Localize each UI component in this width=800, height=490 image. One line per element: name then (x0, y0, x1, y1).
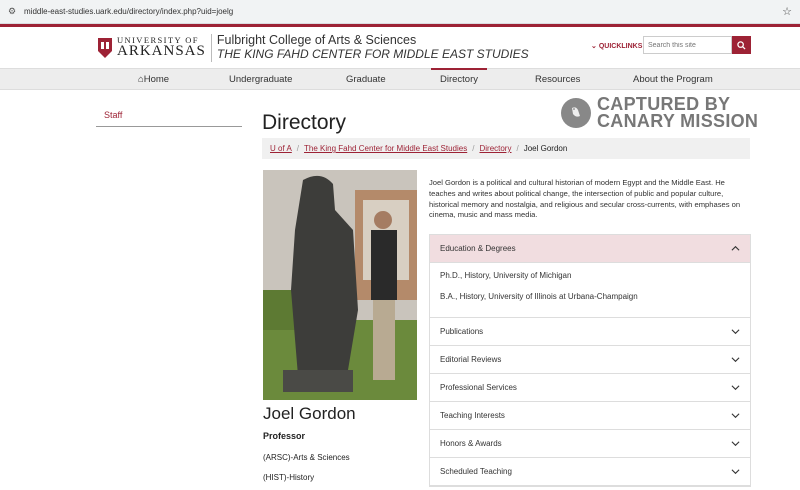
accordion-header-professional-services[interactable]: Professional Services (430, 374, 750, 402)
chevron-down-icon (731, 469, 740, 475)
accordion-label: Publications (440, 327, 484, 336)
site-search (643, 36, 751, 54)
breadcrumb-separator: / (516, 144, 519, 153)
profile-department: (ARSC)-Arts & Sciences (263, 453, 350, 462)
bookmark-star-icon[interactable]: ☆ (782, 5, 792, 18)
breadcrumb-center[interactable]: The King Fahd Center for Middle East Stu… (304, 144, 467, 153)
college-name: Fulbright College of Arts & Sciences (216, 33, 417, 48)
profile-bio: Joel Gordon is a political and cultural … (429, 178, 741, 220)
accordion-label: Professional Services (440, 383, 517, 392)
header-divider (210, 33, 212, 62)
chevron-down-icon (731, 357, 740, 363)
chevron-down-icon (731, 385, 740, 391)
url-text[interactable]: middle-east-studies.uark.edu/directory/i… (24, 7, 782, 16)
sidebar: Staff (96, 110, 242, 127)
canary-logo-icon (561, 98, 591, 129)
nav-about[interactable]: About the Program (633, 69, 713, 90)
profile-department: (HIST)-History (263, 473, 315, 482)
accordion-header-teaching-interests[interactable]: Teaching Interests (430, 402, 750, 430)
breadcrumb-directory[interactable]: Directory (479, 144, 511, 153)
chevron-up-icon (731, 245, 740, 251)
accordion-label: Scheduled Teaching (440, 467, 512, 476)
profile-photo (263, 170, 417, 400)
nav-home[interactable]: ⌂Home (138, 69, 169, 90)
browser-address-bar: ⚙ middle-east-studies.uark.edu/directory… (0, 0, 800, 24)
main-nav: ⌂Home Undergraduate Graduate Directory R… (0, 68, 800, 90)
search-button[interactable] (732, 36, 751, 54)
search-input[interactable] (643, 36, 732, 54)
chevron-down-icon: ⌄ (591, 43, 597, 50)
profile-accordion: Education & Degrees Ph.D., History, Univ… (429, 234, 751, 487)
university-seal-icon (98, 37, 112, 58)
chevron-down-icon (731, 441, 740, 447)
sidebar-item-staff[interactable]: Staff (96, 110, 242, 127)
degree-item: Ph.D., History, University of Michigan (440, 271, 572, 280)
accordion-body-education: Ph.D., History, University of Michigan B… (430, 263, 750, 318)
watermark: CAPTURED BY CANARY MISSION (561, 95, 759, 132)
nav-directory[interactable]: Directory (430, 68, 488, 90)
breadcrumb-separator: / (296, 144, 300, 153)
chevron-down-icon (731, 413, 740, 419)
accordion-label: Honors & Awards (440, 439, 502, 448)
accordion-header-editorial-reviews[interactable]: Editorial Reviews (430, 346, 750, 374)
profile-name: Joel Gordon (263, 404, 356, 423)
accordion-label: Editorial Reviews (440, 355, 502, 364)
logo-line-arkansas: ARKANSAS (117, 43, 206, 60)
accordion-label: Teaching Interests (440, 411, 505, 420)
accordion-header-education[interactable]: Education & Degrees (430, 235, 750, 263)
breadcrumb: U of A / The King Fahd Center for Middle… (262, 138, 750, 159)
breadcrumb-separator: / (472, 144, 475, 153)
nav-resources[interactable]: Resources (535, 69, 580, 90)
quicklinks-label: QUICKLINKS (598, 43, 643, 50)
breadcrumb-current: Joel Gordon (523, 144, 568, 153)
accordion-header-honors-awards[interactable]: Honors & Awards (430, 430, 750, 458)
degree-item: B.A., History, University of Illinois at… (440, 292, 638, 301)
college-title[interactable]: Fulbright College of Arts & Sciences THE… (217, 33, 529, 61)
nav-graduate[interactable]: Graduate (346, 69, 386, 90)
center-name: THE KING FAHD CENTER FOR MIDDLE EAST STU… (216, 46, 529, 61)
page-title: Directory (262, 111, 347, 134)
university-logo[interactable]: UNIVERSITY OF ARKANSAS (97, 36, 206, 60)
site-header: UNIVERSITY OF ARKANSAS Fulbright College… (0, 27, 800, 68)
chevron-down-icon (731, 329, 740, 335)
profile-title: Professor (263, 431, 306, 441)
quicklinks-button[interactable]: ⌄ QUICKLINKS (591, 42, 642, 50)
accordion-header-scheduled-teaching[interactable]: Scheduled Teaching (430, 458, 750, 486)
accordion-header-publications[interactable]: Publications (430, 318, 750, 346)
search-icon (737, 40, 746, 50)
breadcrumb-uofa[interactable]: U of A (270, 144, 292, 153)
watermark-line-2: CANARY MISSION (597, 111, 759, 132)
accordion-label: Education & Degrees (440, 244, 516, 253)
site-settings-icon[interactable]: ⚙ (8, 6, 20, 17)
nav-home-label: Home (143, 74, 170, 85)
nav-undergraduate[interactable]: Undergraduate (229, 69, 292, 90)
